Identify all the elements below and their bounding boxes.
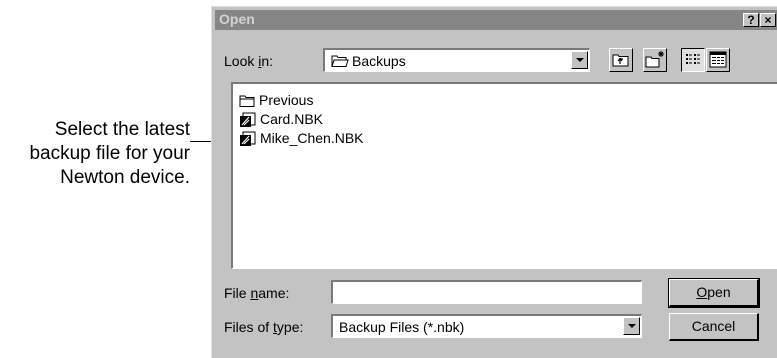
newton-backup-icon — [240, 131, 256, 147]
list-item[interactable]: Card.NBK — [239, 110, 323, 128]
look-in-label: Look in: — [224, 53, 274, 69]
file-name-label: File name: — [224, 285, 290, 301]
file-type-value: Backup Files (*.nbk) — [339, 319, 465, 335]
callout-text: Select the latest backup file for your N… — [0, 118, 190, 190]
look-in-value: Backups — [352, 53, 406, 69]
new-folder-button[interactable] — [643, 48, 667, 72]
callout-line-3: Newton device. — [60, 167, 190, 188]
close-button[interactable]: × — [760, 13, 776, 27]
file-name-text: Mike_Chen.NBK — [260, 130, 364, 146]
file-name-input[interactable] — [331, 280, 642, 304]
file-name-text: Previous — [259, 92, 314, 108]
open-button[interactable]: Open — [668, 278, 760, 308]
file-name-text: Card.NBK — [260, 111, 324, 127]
look-in-dropdown-arrow[interactable] — [571, 51, 588, 69]
cancel-button[interactable]: Cancel — [669, 313, 759, 341]
new-folder-icon — [645, 51, 664, 68]
file-type-label: Files of type: — [224, 319, 304, 335]
file-type-select[interactable]: Backup Files (*.nbk) — [331, 314, 642, 338]
callout-line-2: backup file for your — [29, 143, 190, 164]
list-view-button[interactable] — [681, 48, 705, 72]
newton-backup-icon — [240, 112, 256, 128]
open-dialog: Open ? × Look in: Backups Previous Card.… — [211, 6, 777, 358]
details-view-icon — [709, 51, 727, 68]
list-item[interactable]: Previous — [239, 91, 313, 109]
callout-line-1: Select the latest — [54, 119, 190, 140]
list-view-icon — [686, 54, 700, 64]
file-type-dropdown-arrow[interactable] — [623, 317, 640, 335]
up-one-level-button[interactable] — [609, 48, 633, 72]
open-folder-icon — [331, 55, 349, 67]
help-button[interactable]: ? — [743, 13, 759, 27]
dialog-title: Open — [219, 11, 255, 27]
file-list[interactable]: Previous Card.NBK Mike_Chen.NBK — [231, 82, 777, 269]
look-in-combo[interactable]: Backups — [323, 48, 590, 72]
title-bar[interactable]: Open ? × — [215, 10, 777, 30]
list-item[interactable]: Mike_Chen.NBK — [239, 129, 364, 147]
details-view-button[interactable] — [706, 48, 730, 72]
folder-icon — [239, 95, 255, 108]
up-folder-icon — [612, 54, 629, 67]
